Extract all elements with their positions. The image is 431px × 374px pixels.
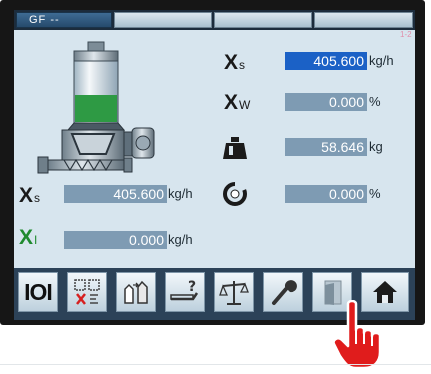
tab-3[interactable] (214, 12, 312, 28)
xw-field[interactable]: 0.000 (285, 93, 367, 111)
hopper-level-fill (75, 95, 117, 122)
hopper-lid (73, 50, 119, 62)
tab-bar: GF -- (14, 10, 415, 30)
feeder-diagram (37, 41, 155, 174)
xi-field[interactable]: 0.000 (64, 231, 167, 249)
weight-unit: kg (369, 139, 383, 154)
xs-actual-icon: Xs (19, 184, 41, 207)
scale-button[interactable] (214, 272, 254, 312)
tab-2[interactable] (114, 12, 212, 28)
calibration-help-button[interactable]: ? (165, 272, 205, 312)
material-icon (124, 280, 148, 304)
weight-icon (223, 137, 247, 159)
xs-actual-field[interactable]: 405.600 (64, 185, 167, 203)
refill-button[interactable] (67, 272, 107, 312)
svg-text:?: ? (188, 279, 196, 295)
xw-icon: XW (224, 91, 251, 114)
settings-wrench-button[interactable] (263, 272, 303, 312)
xw-unit: % (369, 94, 381, 109)
hopper-transition (66, 122, 126, 131)
xi-icon: XI (19, 226, 38, 249)
separator-line (0, 364, 431, 365)
tab-gf[interactable]: GF -- (16, 12, 112, 28)
xs-actual-unit: kg/h (168, 186, 193, 201)
speed-unit: % (369, 186, 381, 201)
motor-flange (123, 131, 133, 157)
speed-field[interactable]: 0.000 (285, 185, 367, 203)
calibration-help-icon: ? (170, 279, 199, 301)
motor-cap (135, 135, 151, 151)
screw-outlet (37, 156, 49, 174)
speed-gauge-icon (223, 182, 247, 206)
xs-setpoint-unit: kg/h (369, 53, 394, 68)
pointer-hand-icon (332, 300, 382, 370)
xs-setpoint-field[interactable]: 405.600 (285, 52, 367, 70)
xi-unit: kg/h (168, 232, 193, 247)
xs-setpoint-icon: Xs (224, 51, 246, 74)
start-stop-label: IOI (24, 278, 53, 305)
agitator-funnel (70, 133, 116, 155)
start-stop-button[interactable]: IOI (18, 272, 58, 312)
material-button[interactable] (116, 272, 156, 312)
screw-tube (47, 159, 125, 171)
screw-drive-flange (123, 157, 133, 173)
tab-4[interactable] (314, 12, 413, 28)
refill-icon (74, 279, 100, 305)
scale-icon (219, 281, 249, 305)
wrench-icon (272, 280, 297, 305)
hmi-screen: GF -- 1-2 Xs 405.600 kg/h XW 0.000 % 58.… (14, 10, 415, 320)
weight-field[interactable]: 58.646 (285, 138, 367, 156)
page-indicator: 1-2 (400, 30, 412, 39)
